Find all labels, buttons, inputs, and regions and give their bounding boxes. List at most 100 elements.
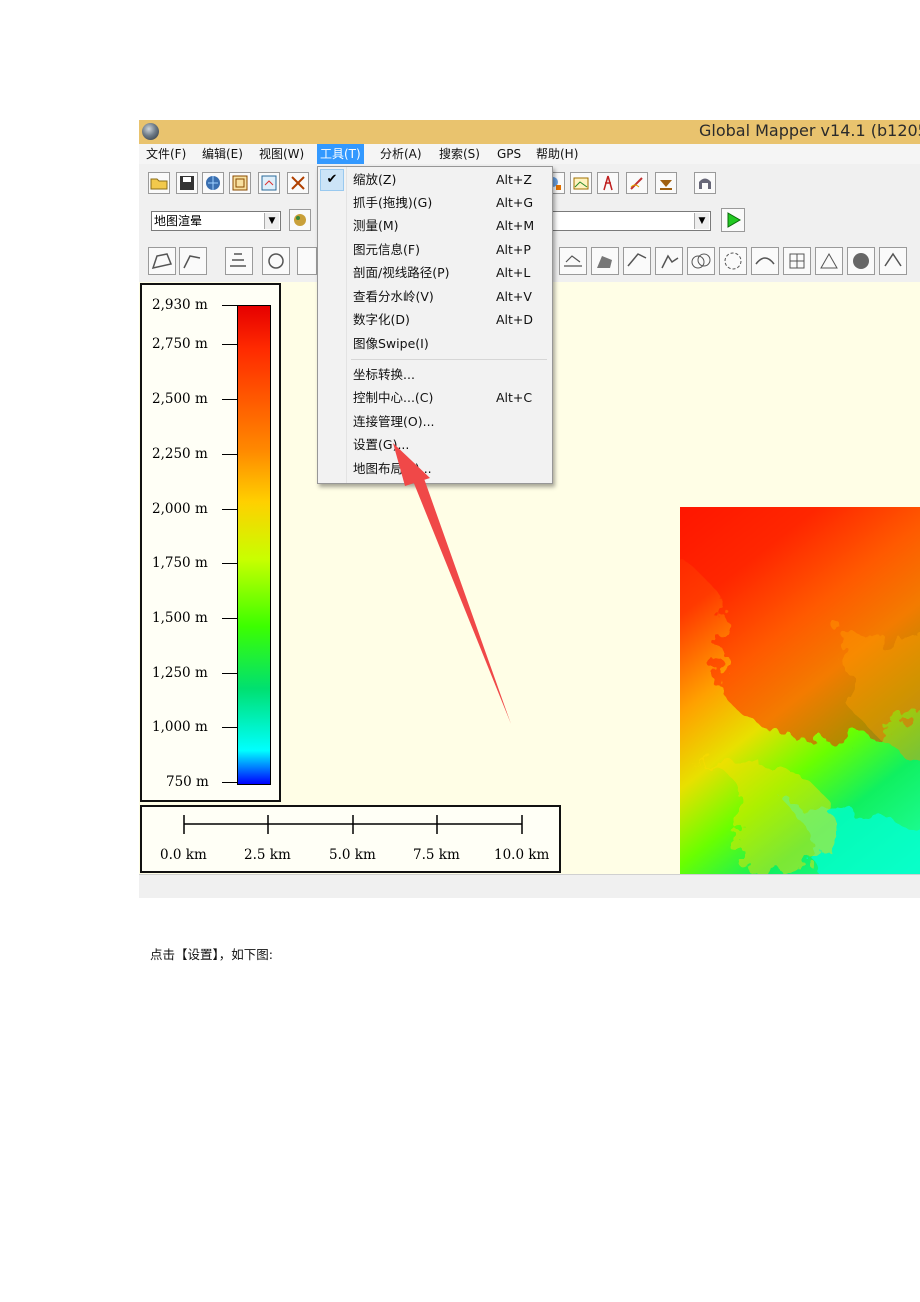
menu-item-pan[interactable]: 抓手(拖拽)(G) Alt+G	[318, 191, 552, 214]
legend-label: 1,000 m	[152, 719, 208, 735]
globe-download-icon[interactable]	[202, 172, 224, 194]
legend-tick	[222, 454, 237, 455]
menu-help[interactable]: 帮助(H)	[536, 144, 578, 164]
menu-analysis[interactable]: 分析(A)	[380, 144, 422, 164]
menu-search[interactable]: 搜索(S)	[439, 144, 480, 164]
digitize-rotate-icon[interactable]	[262, 247, 290, 275]
menu-gps[interactable]: GPS	[497, 144, 521, 164]
menu-item-shortcut: Alt+L	[496, 265, 531, 280]
legend-tick	[222, 673, 237, 674]
menu-item-watershed[interactable]: 查看分水岭(V) Alt+V	[318, 285, 552, 308]
menu-item-settings[interactable]: 设置(G)...	[318, 433, 552, 456]
layer-select[interactable]: 地图渲晕 ▼	[151, 211, 281, 231]
menu-item-shortcut: Alt+C	[496, 390, 533, 405]
menu-view[interactable]: 视图(W)	[259, 144, 304, 164]
digitize-grid-icon[interactable]	[783, 247, 811, 275]
digitize-network-icon[interactable]	[815, 247, 843, 275]
digitize-line-icon[interactable]	[179, 247, 207, 275]
legend-label: 1,500 m	[152, 610, 208, 626]
shader-icon[interactable]	[289, 209, 311, 231]
menu-item-connection-manager[interactable]: 连接管理(O)...	[318, 410, 552, 433]
menu-tools[interactable]: 工具(T)	[317, 144, 364, 164]
open-folder-icon[interactable]	[148, 172, 170, 194]
caption-text: 点击【设置】，如下图:	[150, 947, 273, 962]
menu-item-label: 图元信息(F)	[353, 242, 420, 257]
menu-item-control-center[interactable]: 控制中心...(C) Alt+C	[318, 386, 552, 409]
menu-item-coord-convert[interactable]: 坐标转换...	[318, 363, 552, 386]
menu-item-shortcut: Alt+V	[496, 289, 532, 304]
scale-label: 10.0 km	[494, 847, 550, 863]
digitize-fill-icon[interactable]	[591, 247, 619, 275]
menu-item-label: 测量(M)	[353, 218, 399, 233]
scale-label: 2.5 km	[244, 847, 291, 863]
menu-file[interactable]: 文件(F)	[146, 144, 186, 164]
digitize-buffer-icon[interactable]	[719, 247, 747, 275]
tunnel-icon[interactable]	[694, 172, 716, 194]
draw-icon[interactable]	[626, 172, 648, 194]
image-frame-icon[interactable]	[570, 172, 592, 194]
legend-tick	[222, 782, 237, 783]
legend-tick	[222, 509, 237, 510]
legend-tick	[222, 618, 237, 619]
overlay-control-icon[interactable]	[229, 172, 251, 194]
title-bar: Global Mapper v14.1 (b1205	[139, 120, 920, 144]
legend-tick	[222, 563, 237, 564]
digitize-edit-icon[interactable]	[225, 247, 253, 275]
legend-tick	[222, 399, 237, 400]
menu-item-shortcut: Alt+Z	[496, 172, 532, 187]
menu-edit[interactable]: 编辑(E)	[202, 144, 243, 164]
config-icon[interactable]	[287, 172, 309, 194]
menu-item-label: 剖面/视线路径(P)	[353, 265, 450, 280]
check-icon: ✔	[320, 169, 344, 191]
layer-select-2[interactable]: ▼	[539, 211, 711, 231]
digitize-combine-icon[interactable]	[687, 247, 715, 275]
dropdown-arrow-icon[interactable]	[655, 172, 677, 194]
scale-bar-ruler	[183, 815, 523, 834]
status-bar	[139, 874, 920, 898]
digitize-area-icon[interactable]	[148, 247, 176, 275]
chevron-down-icon[interactable]: ▼	[264, 213, 279, 229]
export-icon[interactable]	[258, 172, 280, 194]
menu-item-label: 控制中心...(C)	[353, 390, 434, 405]
digitize-extra-icon[interactable]	[847, 247, 875, 275]
menu-item-feature-info[interactable]: 图元信息(F) Alt+P	[318, 238, 552, 261]
menu-item-shortcut: Alt+M	[496, 218, 535, 233]
legend-tick	[222, 727, 237, 728]
menu-item-label: 地图布局(L)...	[353, 461, 432, 476]
menu-item-image-swipe[interactable]: 图像Swipe(I)	[318, 332, 552, 355]
digitize-more-icon[interactable]	[879, 247, 907, 275]
menu-item-label: 抓手(拖拽)(G)	[353, 195, 433, 210]
scale-bar: 0.0 km 2.5 km 5.0 km 7.5 km 10.0 km	[140, 805, 561, 873]
menu-item-measure[interactable]: 测量(M) Alt+M	[318, 214, 552, 237]
chevron-down-icon-2[interactable]: ▼	[694, 213, 709, 229]
digitize-move-icon[interactable]	[655, 247, 683, 275]
play-button[interactable]	[721, 208, 745, 232]
menu-item-zoom[interactable]: ✔ 缩放(Z) Alt+Z	[318, 168, 552, 191]
menu-item-shortcut: Alt+P	[496, 242, 531, 257]
menu-item-label: 连接管理(O)...	[353, 414, 435, 429]
digitize-smooth-icon[interactable]	[751, 247, 779, 275]
menu-item-label: 图像Swipe(I)	[353, 336, 429, 351]
tower-icon[interactable]	[597, 172, 619, 194]
elevation-map	[680, 507, 920, 898]
legend-label: 2,250 m	[152, 446, 208, 462]
legend-label: 2,750 m	[152, 336, 208, 352]
save-icon[interactable]	[176, 172, 198, 194]
legend-label: 2,000 m	[152, 501, 208, 517]
tools-menu: ✔ 缩放(Z) Alt+Z 抓手(拖拽)(G) Alt+G 测量(M) Alt+…	[317, 166, 553, 484]
window-title: Global Mapper v14.1 (b1205	[699, 121, 920, 140]
menu-item-path-profile[interactable]: 剖面/视线路径(P) Alt+L	[318, 261, 552, 284]
globe-icon[interactable]	[142, 123, 159, 140]
menu-item-label: 查看分水岭(V)	[353, 289, 434, 304]
scale-label: 7.5 km	[413, 847, 460, 863]
legend-tick	[222, 344, 237, 345]
menu-item-label: 设置(G)...	[353, 437, 410, 452]
digitize-split-icon[interactable]	[559, 247, 587, 275]
menu-item-digitizer[interactable]: 数字化(D) Alt+D	[318, 308, 552, 331]
scale-label: 0.0 km	[160, 847, 207, 863]
menu-item-shortcut: Alt+D	[496, 312, 534, 327]
menu-item-map-layout[interactable]: 地图布局(L)...	[318, 457, 552, 480]
digitize-vertex-icon[interactable]	[623, 247, 651, 275]
menu-item-label: 数字化(D)	[353, 312, 410, 327]
digitize-tool-icon[interactable]	[297, 247, 317, 275]
